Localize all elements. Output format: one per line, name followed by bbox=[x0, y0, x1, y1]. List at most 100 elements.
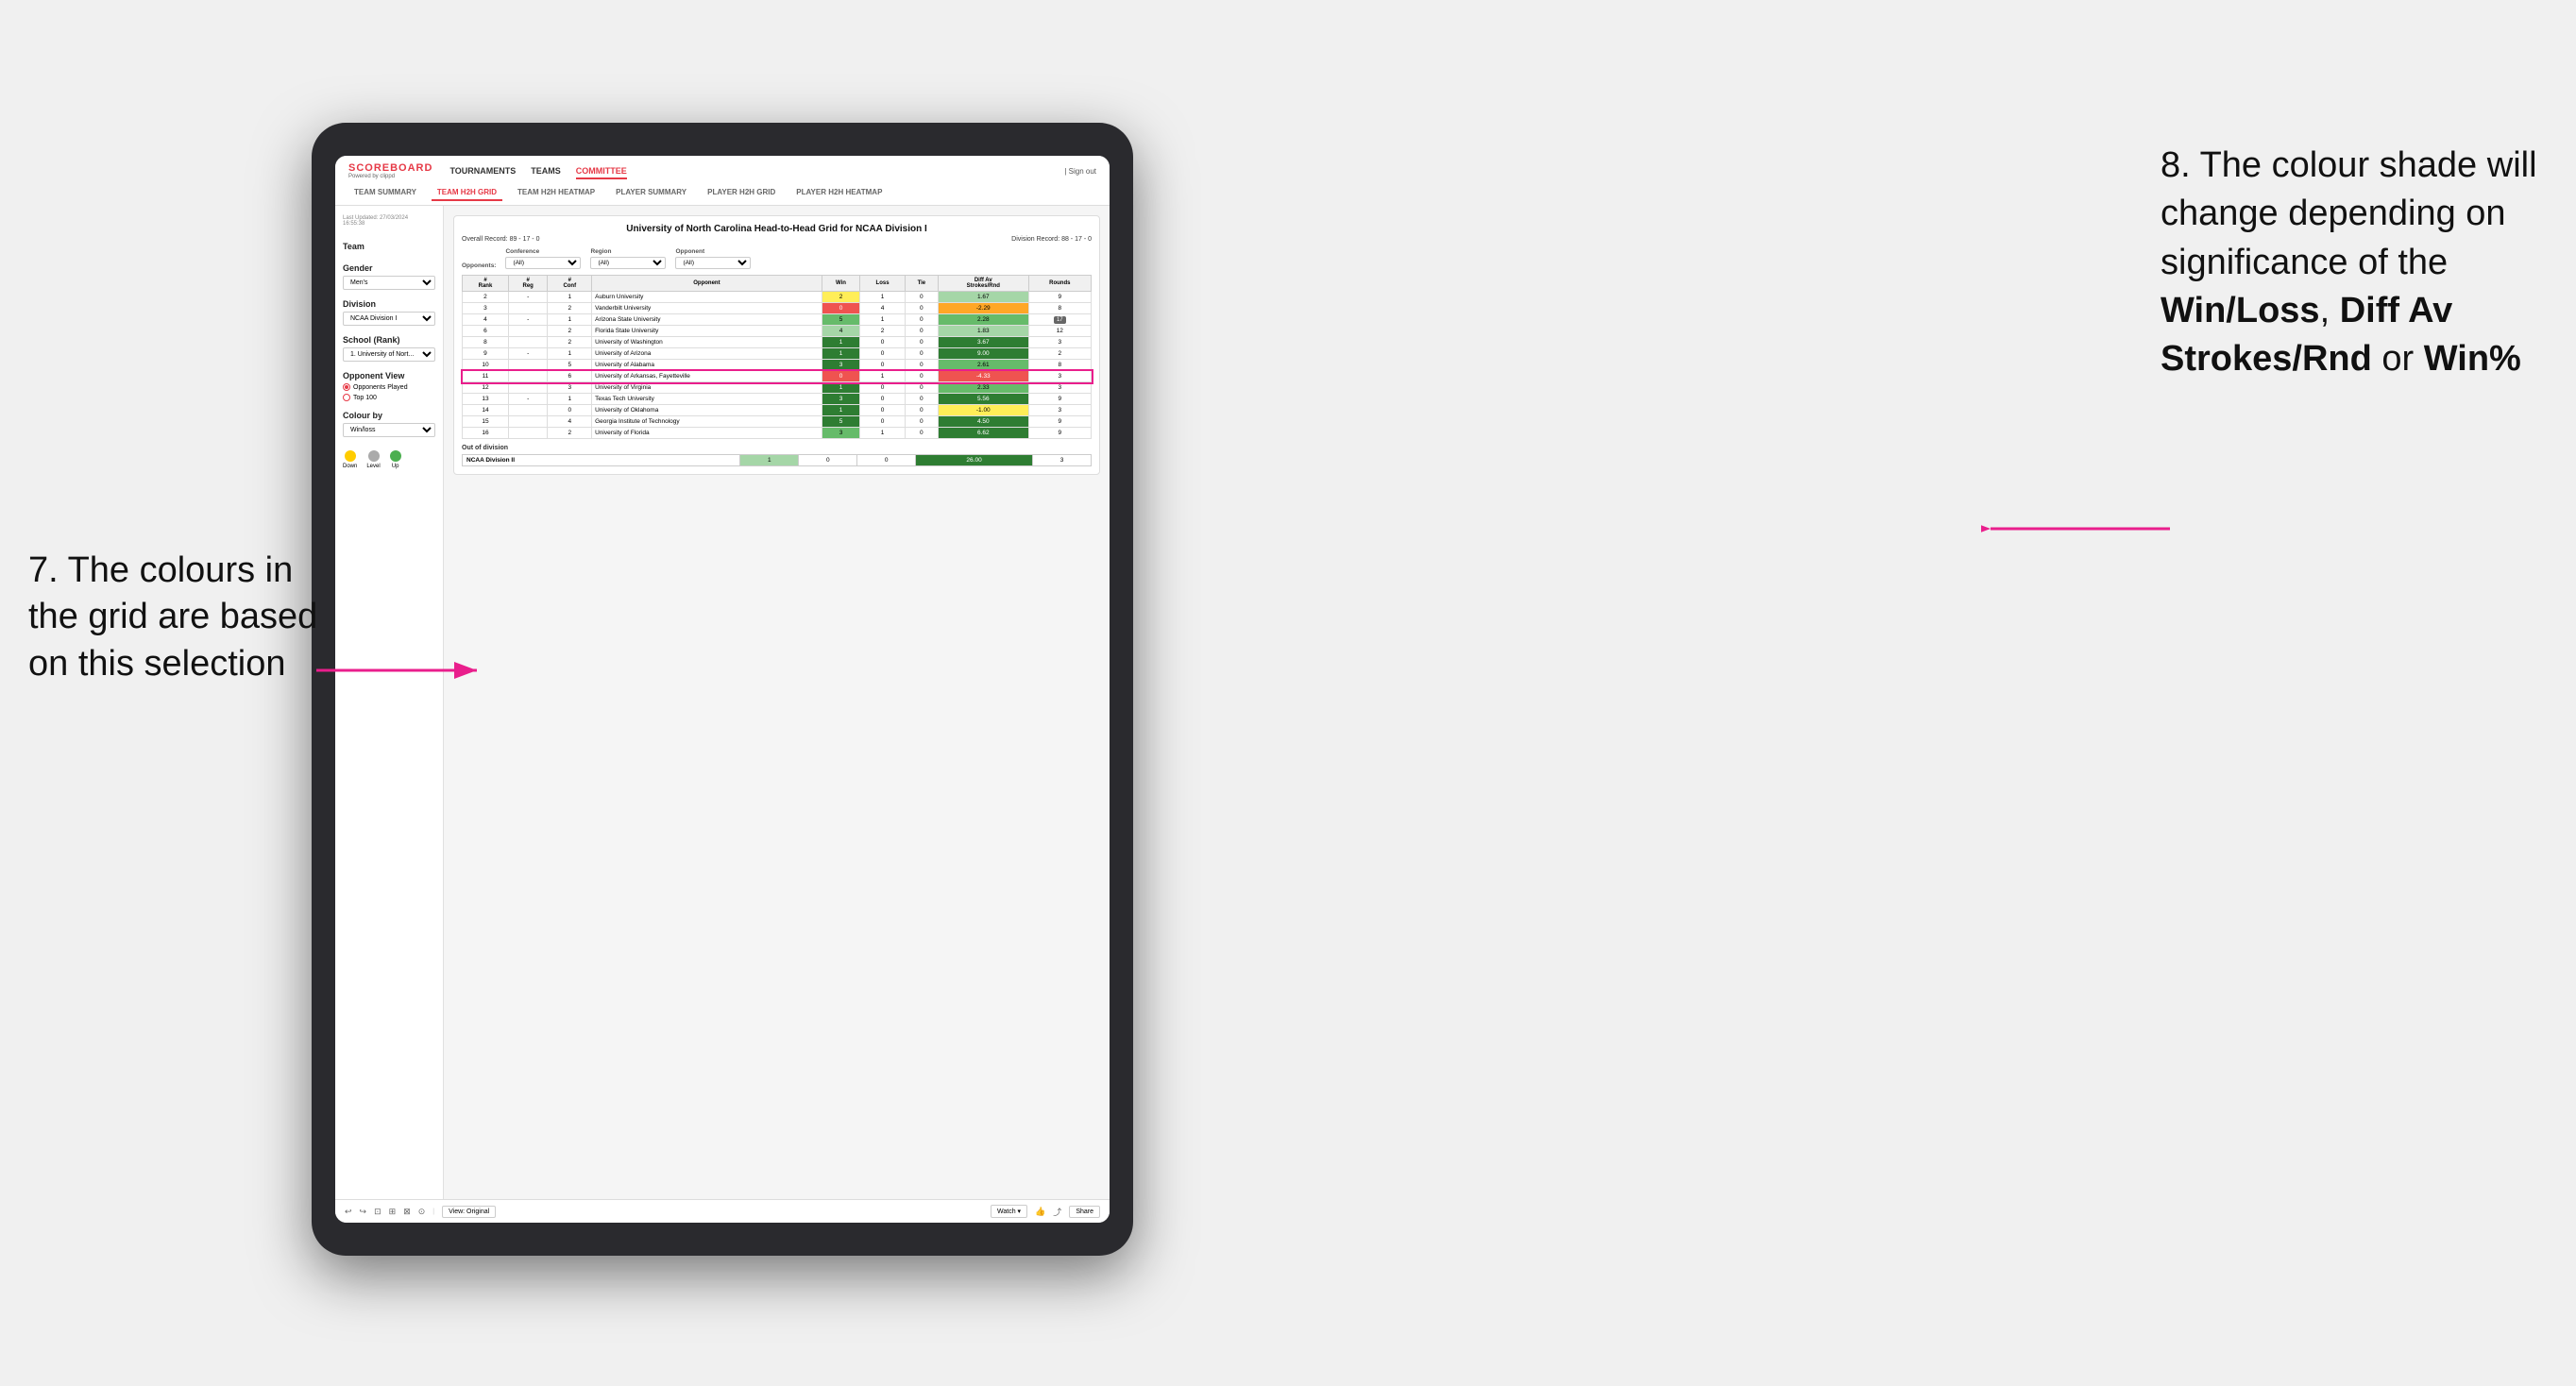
cell-out-div-rounds: 3 bbox=[1033, 455, 1092, 466]
overall-record: Overall Record: 89 - 17 - 0 bbox=[462, 236, 539, 243]
opponent-filter-label: Opponent bbox=[675, 248, 751, 255]
clock-icon[interactable]: ⊙ bbox=[418, 1207, 426, 1217]
watch-label: Watch ▾ bbox=[997, 1208, 1021, 1215]
cell-opponent: Georgia Institute of Technology bbox=[592, 416, 822, 428]
undo-icon[interactable]: ↩ bbox=[345, 1207, 352, 1217]
tab-team-h2h-grid[interactable]: TEAM H2H GRID bbox=[432, 185, 502, 201]
crop-icon[interactable]: ⊠ bbox=[403, 1207, 411, 1217]
sign-out-link[interactable]: | Sign out bbox=[1064, 167, 1096, 176]
cell-rank: 4 bbox=[463, 314, 509, 326]
cell-rank: 16 bbox=[463, 428, 509, 439]
legend-down: Down bbox=[343, 450, 357, 469]
cell-win: 3 bbox=[822, 394, 860, 405]
legend-level-circle bbox=[368, 450, 380, 462]
table-row: 13 - 1 Texas Tech University 3 0 0 5.56 … bbox=[463, 394, 1092, 405]
cell-diff: -4.33 bbox=[938, 371, 1028, 382]
radio-dot-top100 bbox=[343, 394, 350, 401]
cell-rank: 3 bbox=[463, 303, 509, 314]
redo-icon[interactable]: ↪ bbox=[360, 1207, 367, 1217]
col-reg: #Reg bbox=[508, 276, 547, 292]
cell-loss: 1 bbox=[860, 292, 905, 303]
main-content-area: Last Updated: 27/03/202416:55:38 Team Ge… bbox=[335, 206, 1110, 1199]
cell-rank: 11 bbox=[463, 371, 509, 382]
share-icon[interactable]: ⤴ bbox=[1053, 1206, 1061, 1218]
cell-opponent: University of Virginia bbox=[592, 382, 822, 394]
thumbs-up-icon[interactable]: 👍 bbox=[1035, 1207, 1045, 1217]
table-row: 6 2 Florida State University 4 2 0 1.83 … bbox=[463, 326, 1092, 337]
cell-rounds: 8 bbox=[1028, 303, 1091, 314]
cell-tie: 0 bbox=[905, 292, 938, 303]
gender-select[interactable]: Men's bbox=[343, 276, 435, 290]
grid-icon[interactable]: ⊞ bbox=[389, 1207, 397, 1217]
cell-win: 0 bbox=[822, 303, 860, 314]
tab-player-h2h-heatmap[interactable]: PLAYER H2H HEATMAP bbox=[790, 185, 888, 201]
table-row: 14 0 University of Oklahoma 1 0 0 -1.00 … bbox=[463, 405, 1092, 416]
tab-team-summary[interactable]: TEAM SUMMARY bbox=[348, 185, 422, 201]
region-filter-select[interactable]: (All) bbox=[590, 257, 666, 269]
cell-tie: 0 bbox=[905, 405, 938, 416]
cell-opponent: Texas Tech University bbox=[592, 394, 822, 405]
cell-loss: 2 bbox=[860, 326, 905, 337]
cell-out-div-win: 1 bbox=[740, 455, 799, 466]
cell-rank: 8 bbox=[463, 337, 509, 348]
cell-loss: 4 bbox=[860, 303, 905, 314]
annotation-left: 7. The colours in the grid are based on … bbox=[28, 548, 321, 687]
tab-player-h2h-grid[interactable]: PLAYER H2H GRID bbox=[702, 185, 781, 201]
cell-conf: 5 bbox=[548, 360, 592, 371]
share-button[interactable]: Share bbox=[1069, 1206, 1100, 1218]
division-record: Division Record: 88 - 17 - 0 bbox=[1011, 236, 1092, 243]
nav-teams[interactable]: TEAMS bbox=[531, 164, 561, 179]
team-label: Team bbox=[343, 242, 435, 251]
cell-diff: 2.61 bbox=[938, 360, 1028, 371]
cell-rank: 15 bbox=[463, 416, 509, 428]
colour-by-select[interactable]: Win/loss bbox=[343, 423, 435, 437]
watch-button[interactable]: Watch ▾ bbox=[991, 1205, 1027, 1218]
conference-filter-select[interactable]: (All) bbox=[505, 257, 581, 269]
division-select[interactable]: NCAA Division I bbox=[343, 312, 435, 326]
cell-rounds: 3 bbox=[1028, 405, 1091, 416]
cell-conf: 1 bbox=[548, 314, 592, 326]
tab-player-summary[interactable]: PLAYER SUMMARY bbox=[610, 185, 692, 201]
cell-tie: 0 bbox=[905, 314, 938, 326]
gender-label: Gender bbox=[343, 263, 435, 273]
cell-tie: 0 bbox=[905, 360, 938, 371]
cell-out-div-name: NCAA Division II bbox=[463, 455, 740, 466]
step-back-icon[interactable]: ⊡ bbox=[374, 1207, 381, 1217]
opponent-filter-select[interactable]: (All) bbox=[675, 257, 751, 269]
nav-committee[interactable]: COMMITTEE bbox=[576, 164, 627, 179]
opponent-view-label: Opponent View bbox=[343, 371, 435, 380]
legend-down-circle bbox=[345, 450, 356, 462]
school-select[interactable]: 1. University of Nort... bbox=[343, 347, 435, 362]
colour-by-label: Colour by bbox=[343, 411, 435, 420]
col-loss: Loss bbox=[860, 276, 905, 292]
cell-win: 1 bbox=[822, 382, 860, 394]
cell-loss: 0 bbox=[860, 405, 905, 416]
cell-rounds: 12 bbox=[1028, 326, 1091, 337]
cell-rounds: 9 bbox=[1028, 428, 1091, 439]
cell-reg bbox=[508, 337, 547, 348]
view-original-button[interactable]: View: Original bbox=[442, 1206, 496, 1218]
cell-loss: 0 bbox=[860, 394, 905, 405]
opponent-view-radio-group: Opponents Played Top 100 bbox=[343, 383, 435, 401]
cell-diff: 2.33 bbox=[938, 382, 1028, 394]
radio-opponents-played[interactable]: Opponents Played bbox=[343, 383, 435, 391]
tablet-device: SCOREBOARD Powered by clippd TOURNAMENTS… bbox=[312, 123, 1133, 1256]
cell-diff: 4.50 bbox=[938, 416, 1028, 428]
cell-conf: 1 bbox=[548, 292, 592, 303]
division-section: Division NCAA Division I bbox=[343, 299, 435, 326]
cell-loss: 1 bbox=[860, 428, 905, 439]
col-win: Win bbox=[822, 276, 860, 292]
cell-opponent: University of Washington bbox=[592, 337, 822, 348]
cell-tie: 0 bbox=[905, 337, 938, 348]
nav-tournaments[interactable]: TOURNAMENTS bbox=[449, 164, 516, 179]
radio-top100[interactable]: Top 100 bbox=[343, 394, 435, 401]
cell-out-div-loss: 0 bbox=[799, 455, 857, 466]
cell-rank: 2 bbox=[463, 292, 509, 303]
cell-rank: 10 bbox=[463, 360, 509, 371]
app-logo: SCOREBOARD Powered by clippd bbox=[348, 163, 432, 179]
cell-out-div-tie: 0 bbox=[857, 455, 916, 466]
cell-win: 1 bbox=[822, 348, 860, 360]
tab-team-h2h-heatmap[interactable]: TEAM H2H HEATMAP bbox=[512, 185, 601, 201]
cell-diff: 5.56 bbox=[938, 394, 1028, 405]
table-row: 10 5 University of Alabama 3 0 0 2.61 8 bbox=[463, 360, 1092, 371]
